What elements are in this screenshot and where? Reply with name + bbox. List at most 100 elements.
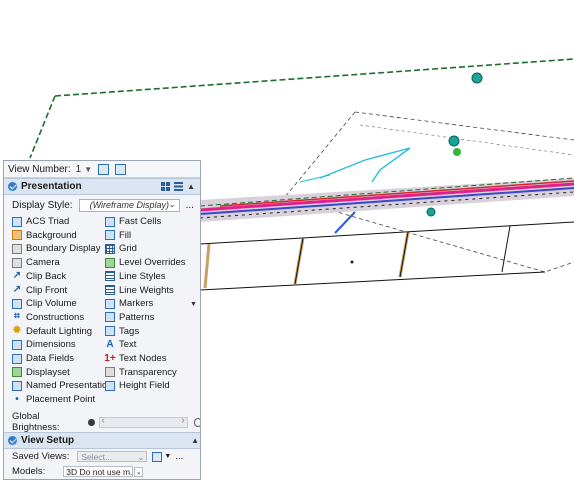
chevron-down-icon[interactable]: ⌄ <box>137 452 144 462</box>
chevron-down-icon[interactable]: ▼ <box>164 453 171 460</box>
grid-view-icon[interactable] <box>161 182 171 191</box>
boundary-left-line <box>29 95 56 159</box>
item-label: Clip Front <box>26 284 68 296</box>
item-label: Clip Volume <box>26 298 77 310</box>
structure-top-edge <box>199 221 574 245</box>
toggle-text[interactable]: A Text <box>105 338 136 351</box>
view-window-icon[interactable] <box>115 163 127 175</box>
clip-back-icon: ↗ <box>12 270 22 282</box>
item-label: Clip Back <box>26 270 67 282</box>
target-marker-mid <box>448 135 460 147</box>
view-setup-section-header[interactable]: View Setup ▲ <box>4 432 200 449</box>
clip-volume-edge <box>284 111 356 198</box>
clip-front-icon: ↗ <box>12 284 22 295</box>
toggle-level-overrides[interactable]: Level Overrides <box>105 256 186 269</box>
saved-views-row: Saved Views: Select... ⌄ ▼ ... <box>4 449 200 464</box>
toggle-named-presentation[interactable]: Named Presentation <box>12 379 113 392</box>
item-label: ACS Triad <box>26 216 70 227</box>
chevron-up-icon[interactable]: ▲ <box>191 436 199 445</box>
chevron-down-icon[interactable]: ⌄ <box>134 466 144 477</box>
toggle-fast-cells[interactable]: Fast Cells <box>105 215 161 228</box>
toggle-clip-back[interactable]: ↗ Clip Back <box>12 270 66 283</box>
toggle-data-fields[interactable]: Data Fields <box>12 352 74 365</box>
list-view-icon[interactable] <box>174 182 184 191</box>
global-brightness-label: Global Brightness: <box>12 411 60 433</box>
item-label: Fill <box>119 229 132 241</box>
cyan-annotation-2 <box>299 174 331 183</box>
item-label: Boundary Display <box>26 243 101 255</box>
toggle-default-lighting[interactable]: ✹ Default Lighting <box>12 325 92 338</box>
structure-divider-0 <box>203 243 211 289</box>
models-label: Models: <box>12 466 46 477</box>
chevron-down-icon[interactable]: ⌄ <box>169 200 176 209</box>
display-style-dropdown[interactable]: (Wireframe Display) ⌄ <box>78 198 180 212</box>
line-styles-icon <box>105 271 115 282</box>
chevron-down-icon[interactable]: ▼ <box>84 165 92 174</box>
toggle-displayset[interactable]: Displayset <box>12 366 70 379</box>
toggle-transparency[interactable]: Transparency <box>105 366 177 379</box>
view-setup-title: View Setup <box>21 435 75 446</box>
presentation-section-header[interactable]: Presentation ▲ <box>4 178 200 195</box>
item-label: Dimensions <box>26 339 76 351</box>
saved-views-dropdown[interactable]: Select... ⌄ <box>77 451 148 462</box>
toggle-clip-volume[interactable]: Clip Volume <box>12 297 77 310</box>
global-brightness-slider[interactable] <box>98 415 188 428</box>
toggle-grid[interactable]: Grid <box>105 242 137 255</box>
toggle-text-nodes[interactable]: 1+ Text Nodes <box>104 352 166 365</box>
display-style-row: Display Style: (Wireframe Display) ⌄ ... <box>4 195 200 215</box>
display-style-label: Display Style: <box>12 199 73 211</box>
presentation-title: Presentation <box>21 181 82 192</box>
toggle-boundary-display[interactable]: Boundary Display <box>12 242 100 255</box>
saved-views-more-button[interactable]: ... <box>175 451 183 462</box>
toggle-clip-front[interactable]: ↗ Clip Front <box>12 284 67 297</box>
green-pin <box>453 148 461 156</box>
models-dropdown[interactable]: 3D Do not use m... <box>63 466 134 477</box>
toggle-constructions[interactable]: ⌗ Constructions <box>12 311 84 324</box>
view-number-select[interactable]: 1 <box>76 164 82 175</box>
height-field-icon <box>105 380 115 391</box>
toggle-line-weights[interactable]: Line Weights <box>105 284 174 297</box>
markers-icon <box>105 298 115 309</box>
background-icon <box>12 230 22 241</box>
view-number-label: View Number: <box>8 163 71 175</box>
item-label: Level Overrides <box>119 257 186 269</box>
default-lighting-icon: ✹ <box>12 325 22 337</box>
item-label: Tags <box>119 325 140 337</box>
data-fields-icon <box>12 353 22 364</box>
toggle-camera[interactable]: Camera <box>12 256 60 269</box>
toggle-dimensions[interactable]: Dimensions <box>12 338 76 351</box>
toggle-fill[interactable]: Fill <box>105 229 131 242</box>
item-label: Markers <box>119 298 154 310</box>
markers-dropdown-icon[interactable]: ▼ <box>190 301 197 308</box>
toggle-tags[interactable]: Tags <box>105 325 139 338</box>
toggle-placement-point[interactable]: • Placement Point <box>12 393 95 406</box>
saved-views-value: Select... <box>81 452 113 462</box>
toggle-markers[interactable]: Markers <box>105 297 153 310</box>
dimensions-icon <box>12 339 22 350</box>
toggle-background[interactable]: Background <box>12 229 77 242</box>
copy-view-icon[interactable] <box>98 163 110 175</box>
boundary-top-line <box>54 58 574 97</box>
save-view-icon[interactable] <box>152 451 163 462</box>
tags-icon <box>105 326 115 337</box>
display-style-more-button[interactable]: ... <box>186 200 194 211</box>
toggle-height-field[interactable]: Height Field <box>105 379 170 392</box>
acs-triad-icon <box>12 216 22 227</box>
level-overrides-icon <box>105 257 115 268</box>
presentation-items: ACS Triad Background Boundary Display Ca… <box>4 215 200 415</box>
global-brightness-row: Global Brightness: <box>4 411 200 433</box>
toggle-line-styles[interactable]: Line Styles <box>105 270 165 283</box>
clip-volume-icon <box>12 298 22 309</box>
brightness-light-icon <box>193 417 200 427</box>
clip-volume-outline <box>354 111 574 141</box>
toggle-patterns[interactable]: Patterns <box>105 311 154 324</box>
collapse-circle-icon[interactable] <box>8 182 17 191</box>
collapse-circle-icon[interactable] <box>8 436 17 445</box>
small-dot <box>350 260 354 264</box>
fast-cells-icon <box>105 216 115 227</box>
item-label: Transparency <box>119 366 177 378</box>
toggle-acs-triad[interactable]: ACS Triad <box>12 215 69 228</box>
text-icon: A <box>106 338 114 350</box>
item-label: Placement Point <box>26 394 96 406</box>
chevron-up-icon[interactable]: ▲ <box>187 182 195 191</box>
